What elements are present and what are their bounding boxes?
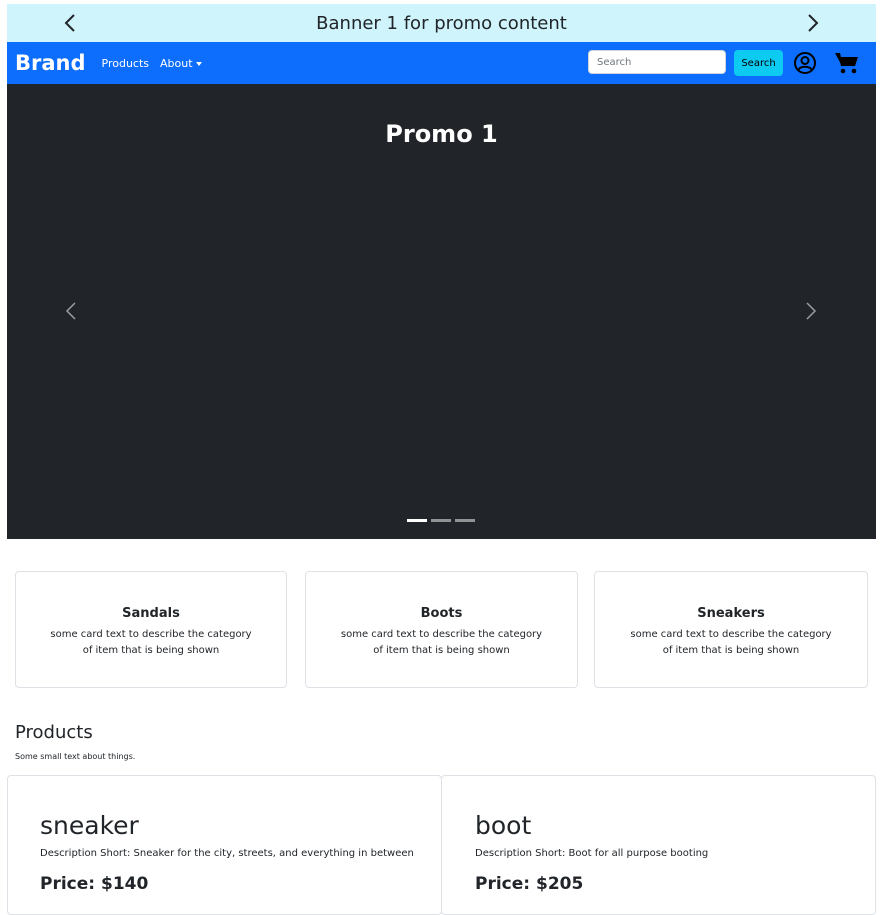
- category-card-sandals[interactable]: Sandals some card text to describe the c…: [15, 571, 287, 688]
- search-button[interactable]: Search: [734, 50, 783, 76]
- product-description: Description Short: Boot for all purpose …: [475, 848, 709, 859]
- card-text: some card text to describe the category …: [340, 629, 543, 656]
- carousel-indicator[interactable]: [431, 519, 451, 522]
- carousel-title: Promo 1: [385, 120, 498, 148]
- category-card-sneakers[interactable]: Sneakers some card text to describe the …: [594, 571, 868, 688]
- carousel-indicator[interactable]: [455, 519, 475, 522]
- card-title: Boots: [420, 606, 463, 621]
- product-card-sneaker[interactable]: sneaker Description Short: Sneaker for t…: [7, 775, 442, 915]
- brand-logo[interactable]: Brand: [15, 51, 86, 75]
- card-text: some card text to describe the category …: [50, 629, 252, 656]
- card-title: Sneakers: [697, 606, 765, 621]
- carousel-indicator[interactable]: [407, 519, 427, 522]
- chevron-right-icon[interactable]: [801, 12, 823, 34]
- carousel-prev-icon[interactable]: [62, 301, 82, 321]
- promo-banner: Banner 1 for promo content: [7, 4, 876, 42]
- product-card-boot[interactable]: boot Description Short: Boot for all pur…: [441, 775, 876, 915]
- product-price: Price: $205: [475, 874, 584, 894]
- nav-link-products[interactable]: Products: [102, 57, 150, 70]
- product-description: Description Short: Sneaker for the city,…: [40, 848, 414, 859]
- card-title: Sandals: [122, 606, 180, 621]
- search-input[interactable]: [588, 50, 726, 74]
- nav-link-about[interactable]: About: [160, 57, 202, 70]
- cart-icon[interactable]: [834, 50, 860, 76]
- user-circle-icon[interactable]: [793, 51, 817, 75]
- category-card-boots[interactable]: Boots some card text to describe the cat…: [305, 571, 578, 688]
- products-subtext: Some small text about things.: [15, 752, 136, 761]
- caret-down-icon: [195, 61, 202, 66]
- product-price: Price: $140: [40, 874, 149, 894]
- navbar: Brand Products About Search: [7, 42, 876, 84]
- promo-banner-text: Banner 1 for promo content: [316, 12, 567, 34]
- products-heading: Products: [15, 722, 93, 743]
- card-text: some card text to describe the category …: [630, 629, 832, 656]
- carousel-indicators: [407, 519, 475, 522]
- nav-link-about-label: About: [160, 56, 193, 70]
- chevron-left-icon[interactable]: [60, 12, 82, 34]
- product-name: boot: [475, 811, 532, 840]
- carousel-next-icon[interactable]: [800, 301, 820, 321]
- product-name: sneaker: [40, 811, 139, 840]
- promo-carousel: Promo 1: [7, 84, 876, 539]
